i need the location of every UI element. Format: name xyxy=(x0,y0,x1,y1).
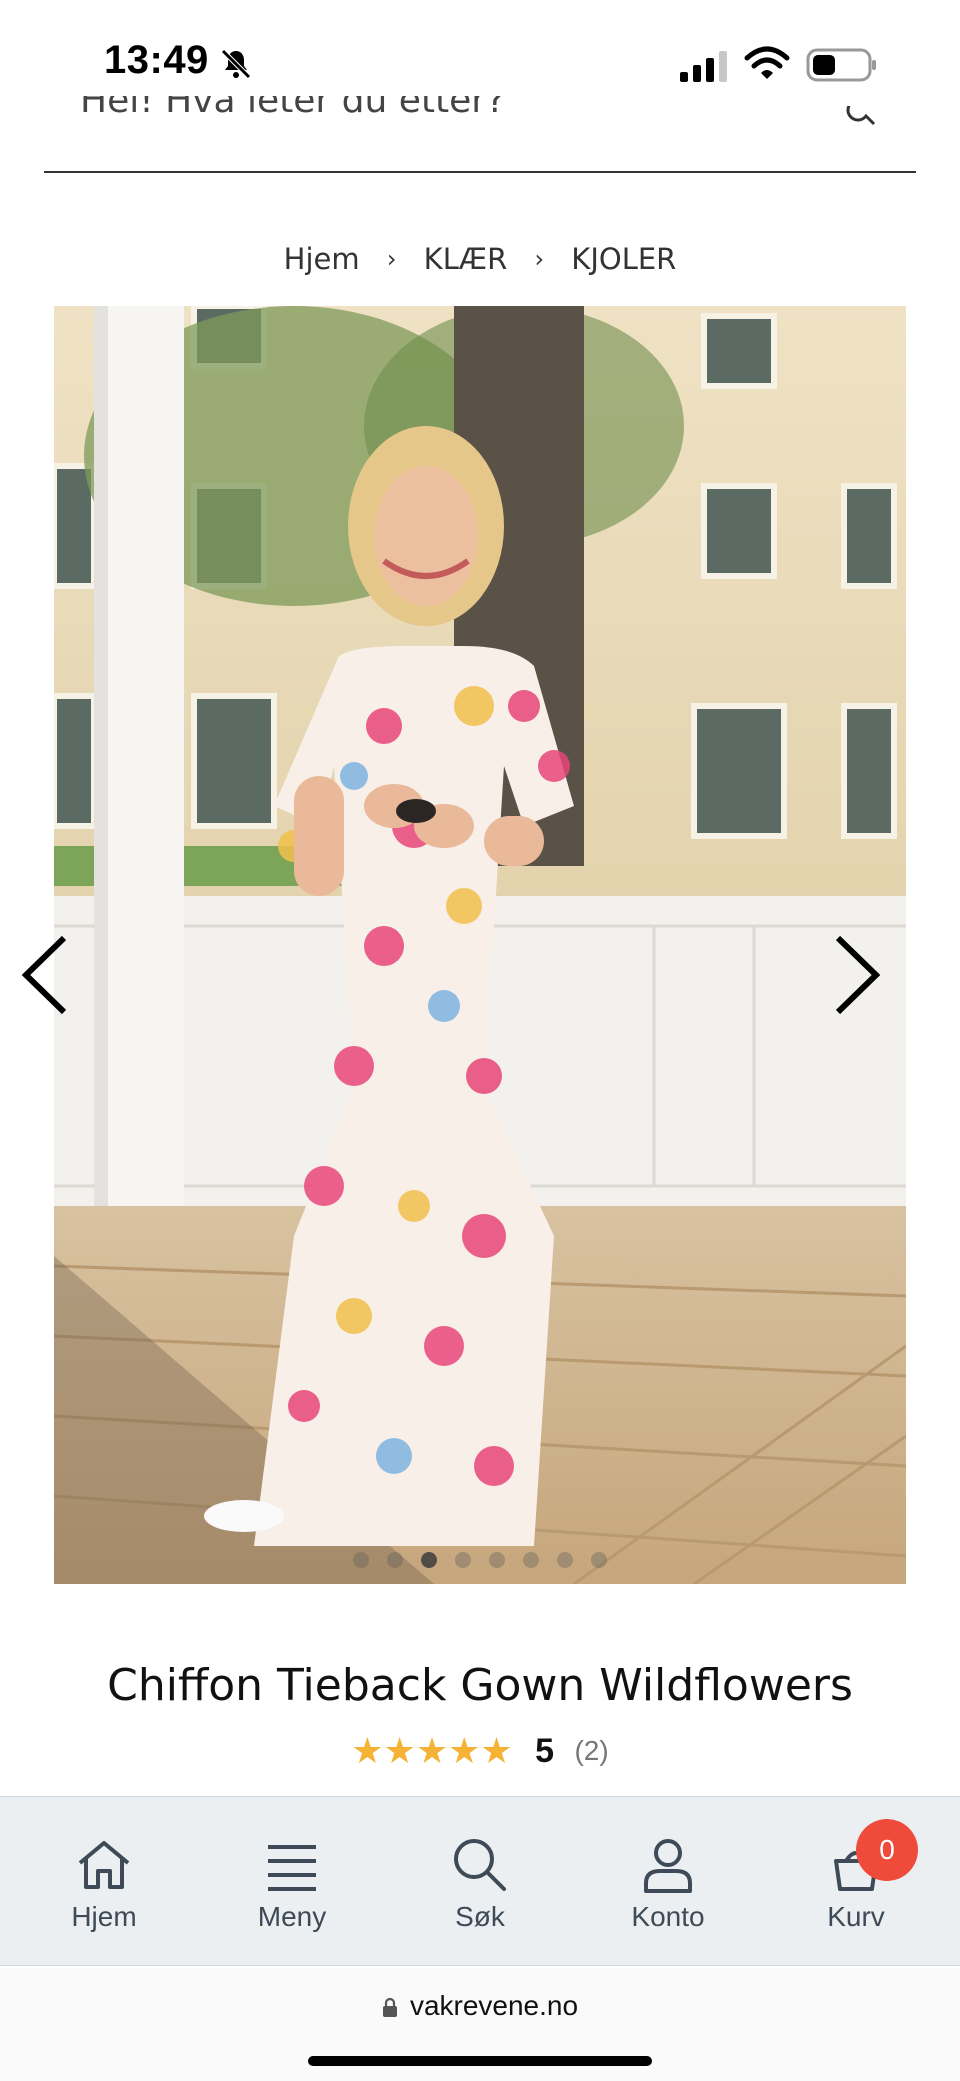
nav-home[interactable]: Hjem xyxy=(8,1797,200,1967)
gallery-dot[interactable] xyxy=(591,1552,607,1568)
battery-icon xyxy=(806,48,876,82)
nav-menu[interactable]: Meny xyxy=(196,1797,388,1967)
nav-cart-label: Kurv xyxy=(827,1901,885,1932)
gallery-dot[interactable] xyxy=(387,1552,403,1568)
breadcrumb-klaer[interactable]: KLÆR xyxy=(424,242,508,276)
product-title: Chiffon Tieback Gown Wildflowers xyxy=(107,1660,853,1711)
menu-icon xyxy=(268,1845,316,1891)
chevron-right-icon: › xyxy=(534,245,545,273)
nav-search[interactable]: Søk xyxy=(384,1797,576,1967)
gallery-dot[interactable] xyxy=(455,1552,471,1568)
breadcrumb: Hjem › KLÆR › KJOLER xyxy=(0,240,960,276)
product-image[interactable] xyxy=(54,306,906,1584)
search-bar[interactable]: Hei! Hva leter du etter? xyxy=(44,96,916,174)
rating-stars-icon: ★★★★★ xyxy=(351,1730,513,1771)
nav-account[interactable]: Konto xyxy=(572,1797,764,1967)
wifi-icon xyxy=(744,46,790,79)
search-underline xyxy=(44,171,916,173)
search-icon[interactable] xyxy=(844,106,880,136)
gallery-dot[interactable] xyxy=(353,1552,369,1568)
browser-url-bar[interactable]: vakrevene.no xyxy=(0,1968,960,2081)
lock-icon xyxy=(382,1997,397,2017)
cellular-signal-icon xyxy=(680,51,727,82)
gallery-dot[interactable] xyxy=(421,1552,437,1568)
chevron-right-icon: › xyxy=(386,245,397,273)
rating-count[interactable]: (2) xyxy=(574,1735,608,1767)
bottom-navigation: Hjem Meny Søk Konto 0 Kurv xyxy=(0,1796,960,1966)
product-photo xyxy=(54,306,906,1584)
url-display[interactable]: vakrevene.no xyxy=(0,1990,960,2022)
gallery-dot[interactable] xyxy=(523,1552,539,1568)
user-icon xyxy=(644,1839,692,1893)
cart-count-badge: 0 xyxy=(856,1819,918,1881)
next-image-arrow[interactable] xyxy=(826,930,886,1020)
nav-account-label: Konto xyxy=(631,1901,705,1932)
status-time: 13:49 xyxy=(104,38,209,82)
breadcrumb-home[interactable]: Hjem xyxy=(284,242,360,276)
bell-muted-icon xyxy=(221,49,251,79)
product-rating[interactable]: ★★★★★ 5 (2) xyxy=(0,1730,960,1772)
breadcrumb-kjoler[interactable]: KJOLER xyxy=(571,242,676,276)
rating-value: 5 xyxy=(535,1731,555,1770)
gallery-dot[interactable] xyxy=(489,1552,505,1568)
home-indicator[interactable] xyxy=(308,2056,652,2066)
url-text: vakrevene.no xyxy=(409,1990,579,2021)
nav-menu-label: Meny xyxy=(257,1901,327,1932)
gallery-dots xyxy=(0,1552,960,1573)
nav-home-label: Hjem xyxy=(71,1901,137,1932)
nav-cart[interactable]: 0 Kurv xyxy=(760,1797,952,1967)
previous-image-arrow[interactable] xyxy=(16,930,76,1020)
home-icon xyxy=(78,1841,130,1889)
search-input[interactable]: Hei! Hva leter du etter? xyxy=(80,96,505,121)
nav-search-label: Søk xyxy=(455,1901,505,1932)
search-icon xyxy=(454,1839,506,1891)
gallery-dot[interactable] xyxy=(557,1552,573,1568)
